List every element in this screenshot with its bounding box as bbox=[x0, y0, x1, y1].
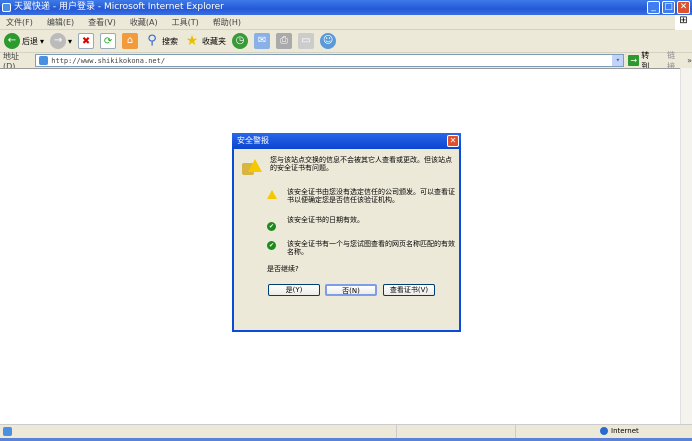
dialog-title: 安全警报 ✕ bbox=[232, 133, 461, 149]
back-arrow-icon: ← bbox=[4, 33, 20, 49]
chevron-icon[interactable]: » bbox=[687, 56, 692, 65]
page-status-icon bbox=[3, 427, 12, 436]
dialog-intro: 您与该站点交换的信息不会被其它人查看或更改。但该站点的安全证书有问题。 bbox=[270, 156, 452, 172]
address-dropdown[interactable]: ▾ bbox=[612, 55, 624, 66]
stop-icon[interactable]: ✖ bbox=[78, 33, 95, 49]
minimize-button[interactable]: _ bbox=[647, 1, 660, 14]
favorites-button[interactable]: ★ 收藏夹 bbox=[184, 33, 226, 49]
yes-button[interactable]: 是(Y) bbox=[268, 284, 320, 296]
back-button[interactable]: ← 后退 ▾ bbox=[4, 33, 44, 49]
edit-icon[interactable]: ▭ bbox=[298, 33, 315, 49]
menu-tools[interactable]: 工具(T) bbox=[172, 18, 199, 27]
title-bar: 天翼快递 - 用户登录 - Microsoft Internet Explore… bbox=[0, 0, 692, 15]
forward-arrow-icon: → bbox=[50, 33, 67, 49]
search-icon: ⚲ bbox=[147, 33, 157, 48]
window-title: 天翼快递 - 用户登录 - Microsoft Internet Explore… bbox=[14, 2, 224, 12]
close-button[interactable]: ✕ bbox=[677, 1, 690, 14]
menu-favorites[interactable]: 收藏(A) bbox=[130, 18, 158, 27]
lock-warning-icon bbox=[242, 157, 262, 177]
no-button[interactable]: 否(N) bbox=[325, 284, 377, 296]
maximize-button[interactable]: □ bbox=[662, 1, 675, 14]
vertical-scrollbar[interactable] bbox=[680, 68, 692, 424]
toolbar: ← 后退 ▾ → ▾ ✖ ⟳ ⌂ ⚲ 搜索 ★ 收藏夹 ◷ ✉ ⎙ ▭ ☺ bbox=[0, 30, 692, 53]
address-input[interactable]: http://www.shikikokona.net/ ▾ bbox=[35, 54, 625, 67]
mail-icon[interactable]: ✉ bbox=[254, 33, 271, 49]
view-certificate-button[interactable]: 查看证书(V) bbox=[383, 284, 435, 296]
menu-edit[interactable]: 编辑(E) bbox=[47, 18, 74, 27]
zone-label: Internet bbox=[611, 427, 639, 435]
star-icon: ★ bbox=[185, 33, 199, 49]
print-icon[interactable]: ⎙ bbox=[276, 33, 293, 49]
check-icon: ✔ bbox=[267, 222, 276, 231]
menu-bar: 文件(F) 编辑(E) 查看(V) 收藏(A) 工具(T) 帮助(H) bbox=[0, 15, 692, 30]
warning-icon bbox=[267, 190, 277, 199]
menu-help[interactable]: 帮助(H) bbox=[213, 18, 241, 27]
security-alert-dialog: 安全警报 ✕ 您与该站点交换的信息不会被其它人查看或更改。但该站点的安全证书有问… bbox=[232, 133, 461, 332]
menu-file[interactable]: 文件(F) bbox=[6, 18, 33, 27]
cert-issuer-text: 该安全证书由您没有选定信任的公司颁发。可以查看证书以便确定您是否信任该验证机构。 bbox=[287, 188, 455, 204]
dialog-close-button[interactable]: ✕ bbox=[447, 135, 459, 147]
messenger-icon[interactable]: ☺ bbox=[320, 33, 337, 49]
continue-question: 是否继续? bbox=[267, 265, 299, 273]
refresh-icon[interactable]: ⟳ bbox=[100, 33, 117, 49]
go-arrow-icon: → bbox=[628, 55, 640, 66]
search-button[interactable]: ⚲ 搜索 bbox=[144, 33, 178, 49]
windows-logo-icon: ⊞ bbox=[675, 15, 692, 30]
address-bar: 地址(D) http://www.shikikokona.net/ ▾ → 转到 … bbox=[0, 51, 692, 71]
ie-icon bbox=[2, 3, 11, 12]
cert-date-text: 该安全证书的日期有效。 bbox=[287, 216, 364, 224]
cert-name-text: 该安全证书有一个与您试图查看的网页名称匹配的有效名称。 bbox=[287, 240, 455, 256]
status-bar: Internet bbox=[0, 424, 692, 438]
history-icon[interactable]: ◷ bbox=[232, 33, 249, 49]
check-icon: ✔ bbox=[267, 241, 276, 250]
forward-button[interactable]: → ▾ bbox=[50, 33, 72, 49]
globe-icon bbox=[600, 427, 608, 435]
menu-view[interactable]: 查看(V) bbox=[88, 18, 116, 27]
page-icon bbox=[39, 56, 49, 65]
home-icon[interactable]: ⌂ bbox=[122, 33, 139, 49]
